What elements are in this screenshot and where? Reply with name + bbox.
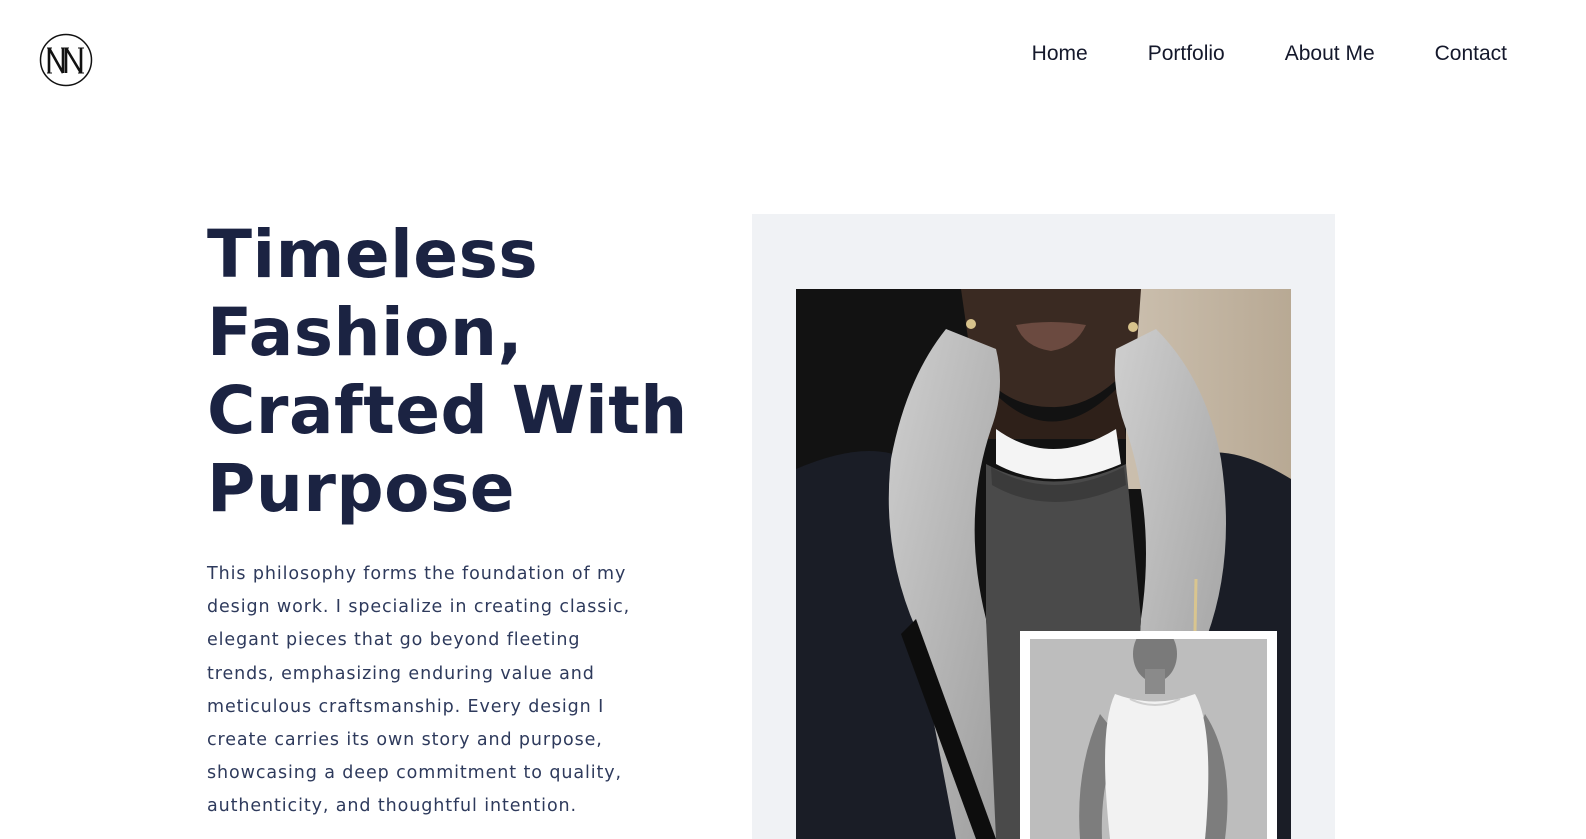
hero-photo-inset — [1030, 639, 1267, 839]
hero-title-line: Timeless — [207, 216, 539, 293]
nav-contact-link[interactable]: Contact — [1435, 41, 1507, 67]
hero-title: Timeless Fashion, Crafted With Purpose — [207, 216, 687, 528]
main-nav: Home Portfolio About Me Contact — [1032, 41, 1507, 67]
logo-monogram-icon — [39, 33, 93, 87]
nav-home-link[interactable]: Home — [1032, 41, 1088, 67]
nav-about-link[interactable]: About Me — [1285, 41, 1375, 67]
hero-title-line: Crafted With — [207, 372, 688, 449]
nav-portfolio-link[interactable]: Portfolio — [1148, 41, 1225, 67]
logo[interactable] — [39, 33, 93, 87]
hero-description: This philosophy forms the foundation of … — [207, 564, 631, 817]
hero-title-line: Purpose — [207, 450, 516, 527]
hero-title-line: Fashion, — [207, 294, 524, 371]
